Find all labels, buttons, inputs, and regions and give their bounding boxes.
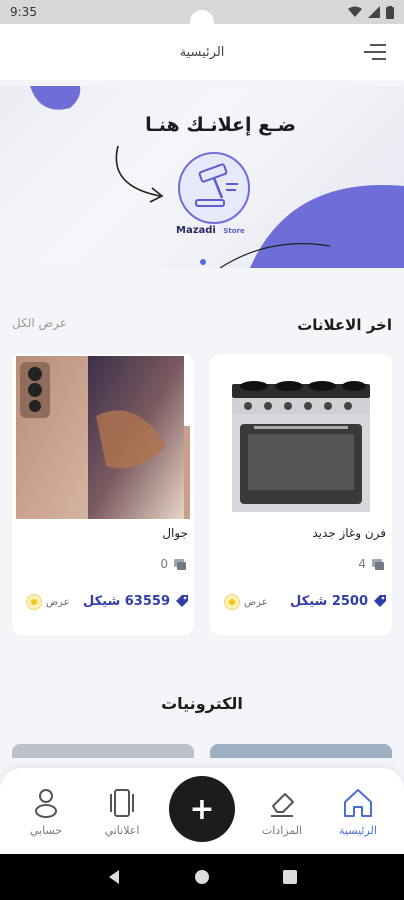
promo-banner[interactable]: ضـع إعلانـك هنـا Mazadi Store xyxy=(0,86,404,268)
price-row: 63559 شيكل xyxy=(83,594,188,609)
offer-label: عرض xyxy=(244,596,268,608)
banner-brand: Mazadi Store xyxy=(176,225,245,236)
category-card-peek[interactable] xyxy=(12,744,194,758)
home-circle-icon[interactable] xyxy=(194,869,210,885)
banner-headline: ضـع إعلانـك هنـا xyxy=(145,114,296,136)
ad-title: فرن وغاز جديد xyxy=(312,526,386,540)
signal-icon xyxy=(368,6,380,18)
price-tag-icon xyxy=(176,595,188,607)
add-ad-button[interactable]: + xyxy=(169,776,235,842)
latest-ads-header: اخر الاعلانات عرض الكل xyxy=(0,316,404,336)
battery-icon xyxy=(386,5,394,19)
ad-title: جوال xyxy=(162,526,188,540)
nav-auctions-label: المزادات xyxy=(261,824,303,837)
back-icon[interactable] xyxy=(106,869,122,885)
nav-home[interactable]: الرئيسية xyxy=(328,786,388,837)
category-card-peek[interactable] xyxy=(210,744,392,758)
ad-price: 63559 شيكل xyxy=(82,594,170,609)
bids-row: 0 xyxy=(160,557,186,571)
recents-icon[interactable] xyxy=(282,869,298,885)
ad-card[interactable]: فرن وغاز جديد 4 2500 شيكل عرض xyxy=(210,354,392,635)
coin-icon xyxy=(224,594,240,610)
app-bar: الرئيسية xyxy=(0,24,404,80)
eraser-icon xyxy=(271,793,294,817)
status-time: 9:35 xyxy=(10,5,37,19)
wifi-icon xyxy=(348,6,362,17)
comments-icon xyxy=(372,558,384,570)
ad-price: 2500 شيكل xyxy=(290,594,368,609)
bids-row: 4 xyxy=(358,557,384,571)
home-icon xyxy=(344,789,372,817)
latest-ads-title: اخر الاعلانات xyxy=(297,316,392,334)
banner-brand-sub: Store xyxy=(223,227,245,235)
view-all-link[interactable]: عرض الكل xyxy=(12,316,67,330)
ad-card[interactable]: جوال 0 63559 شيكل عرض xyxy=(12,354,194,635)
system-nav-bar xyxy=(0,854,404,900)
price-tag-icon xyxy=(374,595,386,607)
my-ads-icon xyxy=(110,789,134,817)
phone-image xyxy=(16,356,190,519)
gavel-logo-icon xyxy=(178,152,250,224)
category-title: الكترونيات xyxy=(161,694,243,713)
nav-account[interactable]: حسابي xyxy=(16,786,76,837)
nav-auctions[interactable]: المزادات xyxy=(252,786,312,837)
coin-icon xyxy=(26,594,42,610)
oven-image xyxy=(214,356,388,519)
nav-account-label: حسابي xyxy=(29,824,63,837)
price-row: 2500 شيكل xyxy=(290,594,386,609)
bids-count: 0 xyxy=(160,557,168,571)
banner-brand-name: Mazadi xyxy=(176,225,216,236)
offer-button[interactable]: عرض xyxy=(224,594,268,610)
page-title: الرئيسية xyxy=(179,44,225,60)
status-icons xyxy=(348,5,394,19)
carousel-indicator[interactable] xyxy=(200,259,206,265)
nav-home-label: الرئيسية xyxy=(339,824,377,837)
offer-button[interactable]: عرض xyxy=(26,594,70,610)
nav-my-ads[interactable]: اعلاناتي xyxy=(92,786,152,837)
nav-my-ads-label: اعلاناتي xyxy=(104,824,140,837)
bids-count: 4 xyxy=(358,557,366,571)
user-icon xyxy=(35,789,57,818)
offer-label: عرض xyxy=(46,596,70,608)
menu-icon[interactable] xyxy=(364,42,386,62)
comments-icon xyxy=(174,558,186,570)
